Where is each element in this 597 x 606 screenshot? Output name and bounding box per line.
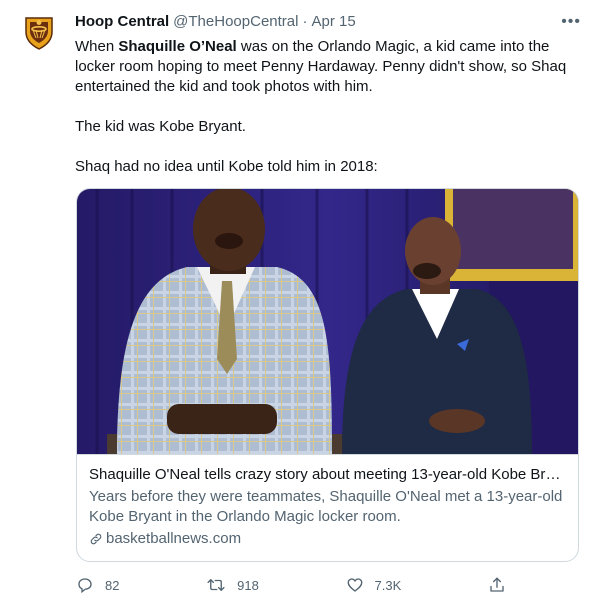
retweet-button[interactable]: 918 <box>206 576 259 594</box>
text-intro-before: When <box>75 38 119 55</box>
card-description: Years before they were teammates, Shaqui… <box>89 488 563 525</box>
author-handle[interactable]: @TheHoopCentral <box>173 12 298 32</box>
avatar[interactable] <box>18 12 60 54</box>
tweet-content: Hoop Central @TheHoopCentral · Apr 15 ••… <box>75 12 581 177</box>
like-count: 7.3K <box>374 577 402 593</box>
author-name[interactable]: Hoop Central <box>75 12 169 32</box>
card-domain-text: basketballnews.com <box>106 530 242 547</box>
card-image <box>77 189 578 454</box>
reply-button[interactable]: 82 <box>76 576 119 594</box>
tweet-header: Hoop Central @TheHoopCentral · Apr 15 ••… <box>75 12 581 32</box>
tweet[interactable]: Hoop Central @TheHoopCentral · Apr 15 ••… <box>0 0 597 606</box>
share-button[interactable] <box>488 576 506 594</box>
tweet-paragraph-3: Shaq had no idea until Kobe told him in … <box>75 158 378 175</box>
reply-icon <box>78 578 92 594</box>
link-icon <box>90 533 102 545</box>
retweet-icon <box>207 579 225 591</box>
more-options-icon[interactable]: ••• <box>561 12 581 32</box>
retweet-count: 918 <box>237 577 259 593</box>
like-button[interactable]: 7.3K <box>346 576 402 594</box>
card-domain[interactable]: basketballnews.com <box>89 529 566 549</box>
tweet-paragraph-1: When Shaquille O’Neal was on the Orlando… <box>75 37 570 97</box>
heart-icon <box>347 578 362 592</box>
reply-count: 82 <box>105 577 120 593</box>
card-body: Shaquille O'Neal tells crazy story about… <box>77 454 578 561</box>
card-title[interactable]: Shaquille O'Neal tells crazy story about… <box>89 465 566 485</box>
hoop-central-logo-icon <box>25 17 53 50</box>
tweet-date[interactable]: Apr 15 <box>311 12 355 32</box>
link-card[interactable]: Shaquille O'Neal tells crazy story about… <box>76 188 579 562</box>
tweet-text: When Shaquille O’Neal was on the Orlando… <box>75 37 570 177</box>
tweet-paragraph-2: The kid was Kobe Bryant. <box>75 118 246 135</box>
separator-dot: · <box>302 13 308 30</box>
tweet-actions: 82 918 7.3K <box>76 573 506 597</box>
text-bold-name: Shaquille O’Neal <box>118 38 237 55</box>
share-icon <box>490 577 504 592</box>
